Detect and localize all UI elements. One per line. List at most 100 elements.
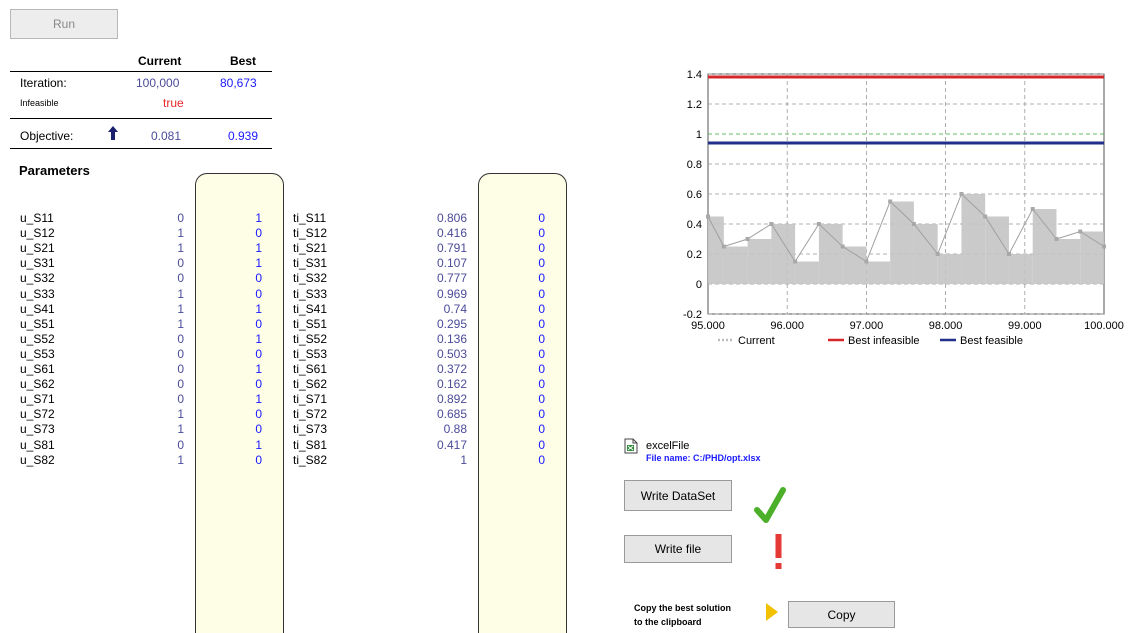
u-param-current: 1	[177, 316, 184, 331]
u-param-name: u_S31	[20, 256, 55, 271]
ti-param-name: ti_S81	[293, 437, 328, 452]
u-param-best: 1	[255, 241, 262, 256]
ti-param-best: 0	[538, 407, 545, 422]
ti-param-current: 0.791	[436, 241, 467, 256]
ti-param-current: 0.136	[436, 331, 467, 346]
ti-param-current: 0.685	[436, 407, 467, 422]
ti-param-name: ti_S72	[293, 407, 328, 422]
infeasible-label: Infeasible	[20, 98, 59, 108]
col-header-best: Best	[230, 54, 257, 68]
y-tick-label: 0.4	[687, 219, 702, 231]
u-param-name: u_S51	[20, 316, 55, 331]
current-band	[985, 216, 1009, 284]
legend-current-label: Current	[738, 335, 775, 347]
ti-param-name: ti_S61	[293, 362, 328, 376]
u-param-best: 0	[255, 452, 262, 467]
u-param-best: 1	[255, 211, 262, 225]
u-param-current: 0	[177, 437, 184, 452]
ti-param-name: ti_S11	[293, 211, 327, 225]
ti-param-name: ti_S71	[293, 392, 328, 407]
ti-param-current: 0.416	[436, 226, 467, 241]
y-tick-label: 1.2	[687, 99, 702, 111]
warning-icon	[774, 533, 784, 574]
u-param-current: 0	[177, 346, 184, 361]
u-param-name: u_S12	[20, 226, 55, 241]
optimization-chart: 1.41.210.80.60.40.20-0.295.000 96.000 97.0…	[683, 69, 1124, 347]
ti-param-name: ti_S53	[293, 346, 328, 361]
current-point	[1006, 252, 1011, 256]
u-param-name: u_S81	[20, 437, 55, 452]
u-param-best: 0	[255, 316, 262, 331]
current-point	[864, 259, 869, 264]
ti-param-best: 0	[538, 256, 545, 271]
u-param-name: u_S32	[20, 271, 55, 286]
u-param-name: u_S33	[20, 286, 55, 301]
u-param-name: u_S82	[20, 452, 55, 467]
ti-param-best: 0	[538, 362, 545, 376]
current-band	[961, 194, 986, 284]
ti-param-current: 0.74	[443, 301, 467, 316]
col-header-current: Current	[138, 54, 182, 68]
ti-param-current: 0.372	[436, 362, 467, 376]
u-param-name: u_S21	[20, 241, 55, 256]
current-point	[1030, 207, 1035, 211]
current-point	[816, 222, 821, 226]
ti-param-current: 0.88	[443, 422, 467, 437]
current-band	[723, 246, 748, 284]
current-point	[769, 222, 774, 226]
y-tick-label: 1.4	[687, 69, 702, 81]
write-dataset-button[interactable]: Write DataSet	[624, 480, 732, 511]
objective-best: 0.939	[228, 129, 259, 143]
ti-param-name: ti_S32	[293, 271, 328, 286]
current-band	[842, 246, 867, 284]
current-band	[771, 224, 796, 284]
copy-hint-line2: to the clipboard	[634, 617, 702, 627]
ti-param-best: 0	[538, 226, 545, 241]
current-band	[818, 224, 843, 284]
current-point	[793, 259, 798, 264]
copy-button[interactable]: Copy	[788, 601, 895, 628]
u-param-best: 0	[255, 407, 262, 422]
run-button[interactable]: Run	[10, 9, 118, 39]
ti-param-best: 0	[538, 392, 545, 407]
y-tick-label: 0.6	[687, 189, 702, 201]
y-tick-label: 0.2	[687, 249, 702, 261]
u-param-best: 1	[255, 362, 262, 376]
current-point	[1054, 237, 1059, 241]
iteration-current: 100,000	[136, 76, 180, 90]
ti-param-best: 0	[538, 331, 545, 346]
ti-param-name: ti_S51	[293, 316, 328, 331]
ti-param-name: ti_S41	[293, 301, 328, 316]
u-param-best: 1	[255, 331, 262, 346]
u-param-current: 1	[177, 241, 184, 256]
x-tick-label: 99.000	[1008, 320, 1042, 332]
current-point	[1078, 229, 1083, 234]
x-tick-label: 96.000	[770, 320, 804, 332]
maximize-arrow-icon	[107, 125, 119, 144]
current-point	[935, 252, 940, 256]
x-tick-label: 97.000	[850, 320, 884, 332]
ti-param-current: 0.969	[436, 286, 467, 301]
legend-best-infeasible-label: Best infeasible	[848, 335, 920, 347]
copy-hint-line1: Copy the best solution	[634, 603, 732, 613]
write-file-button[interactable]: Write file	[624, 535, 732, 563]
ti-param-best: 0	[538, 301, 545, 316]
iteration-label: Iteration:	[20, 76, 67, 90]
current-point	[911, 222, 916, 226]
ti-param-best: 0	[538, 452, 545, 467]
objective-label: Objective:	[20, 129, 74, 143]
u-param-best: 0	[255, 271, 262, 286]
header-rule	[10, 71, 272, 72]
y-tick-label: 1	[696, 129, 702, 141]
ti-param-current: 0.777	[436, 271, 467, 286]
u-param-current: 1	[177, 301, 184, 316]
u-param-name: u_S73	[20, 422, 55, 437]
ti-param-best: 0	[538, 346, 545, 361]
ti-param-name: ti_S33	[293, 286, 328, 301]
ti-param-best: 0	[538, 377, 545, 392]
ti-param-best: 0	[538, 316, 545, 331]
current-point	[745, 237, 750, 241]
u-param-best: 0	[255, 286, 262, 301]
ti-param-name: ti_S52	[293, 331, 328, 346]
current-point	[888, 199, 893, 204]
